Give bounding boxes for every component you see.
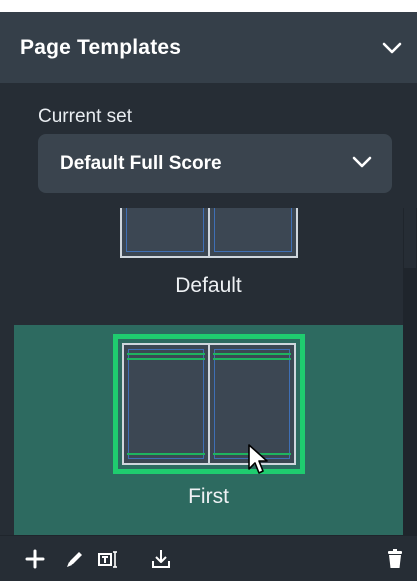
current-set-label: Current set <box>38 106 132 127</box>
add-icon[interactable] <box>22 546 48 572</box>
panel-header[interactable]: Page Templates <box>0 12 417 84</box>
chevron-down-icon <box>352 155 372 173</box>
rename-icon[interactable] <box>96 546 122 572</box>
template-label: Default <box>175 274 242 297</box>
template-item-first[interactable]: First <box>14 325 403 535</box>
template-item-default[interactable]: Default <box>14 208 403 324</box>
template-list[interactable]: Default First <box>14 208 403 535</box>
page-preview <box>210 208 296 256</box>
current-set-value: Default Full Score <box>60 152 222 174</box>
page-templates-panel: Page Templates Current set Default Full … <box>0 0 417 581</box>
page-preview <box>122 208 210 256</box>
scrollbar-thumb[interactable] <box>404 208 416 268</box>
current-set-dropdown[interactable]: Default Full Score <box>38 134 392 193</box>
panel-body: Current set Default Full Score Default F… <box>0 84 417 581</box>
page-preview <box>124 345 210 463</box>
import-icon[interactable] <box>148 546 174 572</box>
template-toolbar <box>0 535 417 581</box>
chevron-down-icon[interactable] <box>381 37 403 59</box>
template-label: First <box>188 485 229 508</box>
panel-title: Page Templates <box>20 35 182 59</box>
mouse-cursor-icon <box>247 443 271 477</box>
edit-icon[interactable] <box>62 546 88 572</box>
delete-icon[interactable] <box>382 546 408 572</box>
top-strip <box>0 0 417 12</box>
selection-highlight <box>113 334 305 474</box>
template-thumbnail <box>120 208 298 258</box>
